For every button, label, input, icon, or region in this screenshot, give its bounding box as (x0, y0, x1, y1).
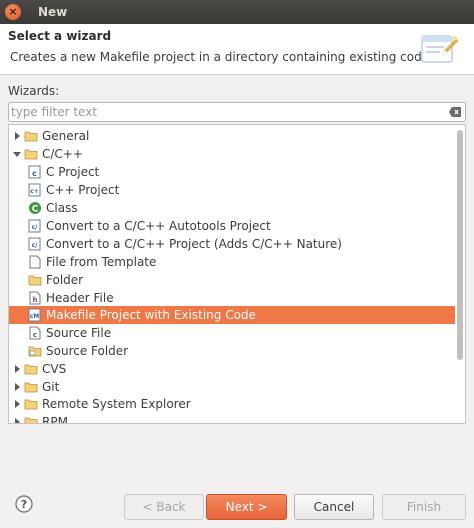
tree-item-c-c[interactable]: C/C++ (9, 145, 455, 163)
wizards-label: Wizards: (8, 84, 60, 98)
tree-item-label: Source File (46, 326, 112, 340)
svg-text:c: c (32, 169, 37, 178)
folder-icon (23, 396, 39, 412)
c-project-icon: c (27, 164, 43, 180)
svg-text:C: C (32, 205, 39, 215)
tree-item-file-from-template[interactable]: File from Template (9, 253, 455, 271)
expand-arrow-right-icon[interactable] (11, 400, 23, 408)
cpp-project-icon: c+ (27, 182, 43, 198)
class-icon: C (27, 200, 43, 216)
tree-item-folder[interactable]: Folder (9, 271, 455, 289)
page-title: Select a wizard (8, 29, 112, 43)
tree-item-rpm[interactable]: RPM (9, 413, 455, 424)
svg-text:c/: c/ (32, 242, 39, 249)
tree-item-label: RPM (42, 415, 68, 424)
convert-icon: c/ (27, 236, 43, 252)
convert-icon: c/ (27, 218, 43, 234)
svg-text:c+: c+ (30, 188, 39, 195)
tree-item-label: CVS (42, 362, 67, 376)
wizard-tree[interactable]: General C/C++ c C Project c+ C++ Project C Clas… (8, 124, 466, 424)
tree-item-convert-to-a-c-c-autotools-project[interactable]: c/Convert to a C/C++ Autotools Project (9, 217, 455, 235)
source-file-icon: c (27, 325, 43, 341)
finish-button[interactable]: Finish (382, 494, 466, 520)
window-title: New (38, 5, 68, 19)
tree-item-label: Source Folder (46, 344, 129, 358)
tree-item-general[interactable]: General (9, 127, 455, 145)
expand-arrow-right-icon[interactable] (11, 365, 23, 373)
tree-item-label: Convert to a C/C++ Autotools Project (46, 219, 271, 233)
next-button[interactable]: Next > (206, 494, 287, 520)
svg-text:c/: c/ (32, 224, 39, 231)
tree-scrollbar[interactable] (455, 125, 465, 423)
filter-field (8, 102, 466, 122)
tree-item-label: General (42, 129, 90, 143)
clear-filter-icon[interactable] (449, 106, 462, 118)
tree-item-makefile-project-with-existing-code[interactable]: cM Makefile Project with Existing Code (9, 306, 455, 324)
title-bar: × New (0, 0, 474, 24)
close-icon: × (8, 5, 18, 18)
svg-text:cM: cM (30, 313, 40, 320)
expand-arrow-right-icon[interactable] (11, 132, 23, 140)
expand-arrow-right-icon[interactable] (11, 383, 23, 391)
svg-text:c: c (33, 331, 37, 339)
wizard-header: Select a wizard Creates a new Makefile p… (0, 24, 474, 75)
help-icon[interactable]: ? (15, 495, 33, 513)
expand-arrow-down-icon[interactable] (11, 150, 23, 158)
source-folder-icon (27, 343, 43, 359)
folder-icon (23, 146, 39, 162)
tree-item-label: C/C++ (42, 147, 83, 161)
filter-input[interactable] (11, 104, 441, 120)
tree-item-label: Header File (46, 291, 114, 305)
folder-icon (27, 272, 43, 288)
wizard-banner-icon (421, 35, 458, 63)
tree-item-label: Convert to a C/C++ Project (Adds C/C++ N… (46, 237, 342, 251)
tree-item-label: File from Template (46, 255, 157, 269)
cancel-button[interactable]: Cancel (294, 494, 374, 520)
tree-item-label: Class (46, 201, 78, 215)
tree-item-label: Folder (46, 273, 84, 287)
tree-item-header-file[interactable]: h Header File (9, 289, 455, 307)
tree-item-convert-to-a-c-c-project-adds-c-c-nature[interactable]: c/Convert to a C/C++ Project (Adds C/C++… (9, 235, 455, 253)
folder-icon (23, 414, 39, 423)
back-button[interactable]: < Back (124, 494, 204, 520)
folder-icon (23, 379, 39, 395)
svg-text:h: h (33, 296, 38, 304)
tree-item-source-file[interactable]: c Source File (9, 324, 455, 342)
tree-item-c-project[interactable]: c C Project (9, 163, 455, 181)
makefile-project-icon: cM (27, 307, 43, 323)
folder-icon (23, 128, 39, 144)
tree-item-label: C++ Project (46, 183, 120, 197)
tree-item-git[interactable]: Git (9, 378, 455, 396)
tree-item-label: Git (42, 380, 60, 394)
page-description: Creates a new Makefile project in a dire… (10, 50, 430, 64)
folder-icon (23, 361, 39, 377)
tree-item-remote-system-explorer[interactable]: Remote System Explorer (9, 395, 455, 413)
tree-item-cvs[interactable]: CVS (9, 360, 455, 378)
tree-item-source-folder[interactable]: Source Folder (9, 342, 455, 360)
scrollbar-thumb[interactable] (457, 130, 463, 360)
tree-item-class[interactable]: C Class (9, 199, 455, 217)
header-file-icon: h (27, 290, 43, 306)
svg-text:?: ? (21, 498, 27, 511)
file-icon (27, 254, 43, 270)
tree-item-label: Remote System Explorer (42, 397, 191, 411)
tree-item-label: Makefile Project with Existing Code (46, 308, 256, 322)
tree-item-c-project[interactable]: c+ C++ Project (9, 181, 455, 199)
tree-item-label: C Project (46, 165, 100, 179)
close-button[interactable]: × (5, 4, 21, 20)
expand-arrow-right-icon[interactable] (11, 418, 23, 423)
